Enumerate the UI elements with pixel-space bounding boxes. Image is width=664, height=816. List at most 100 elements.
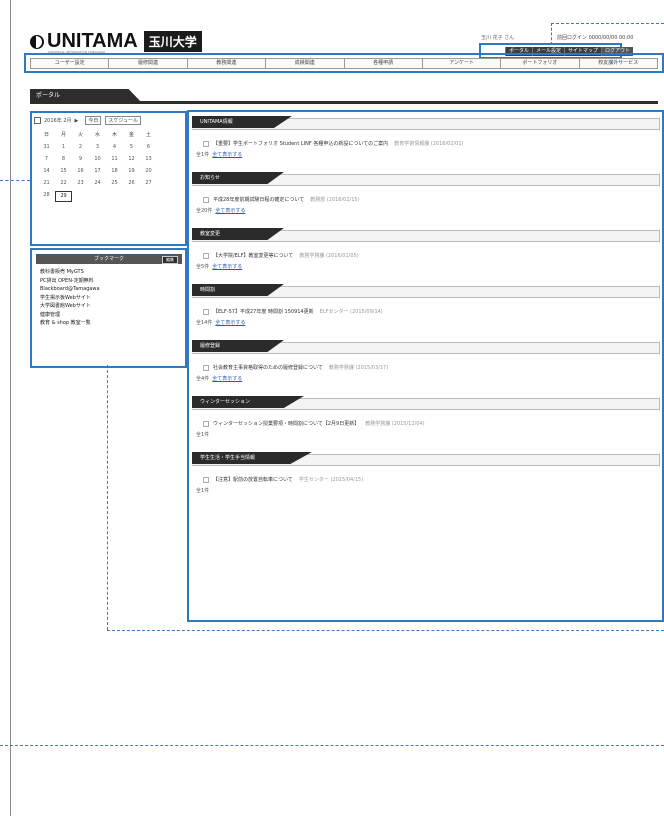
calendar-month: 2016年 2月: [44, 118, 72, 124]
logo-kanji: 玉川大学: [143, 31, 202, 52]
calendar-day[interactable]: 20: [140, 167, 157, 176]
section-item[interactable]: 【注意】駅前の放置自転車について 学生センター (2015/04/15): [203, 476, 660, 483]
section-count: 全20件 全て表示する: [196, 207, 660, 214]
item-count: 全14件: [196, 320, 213, 326]
user-greeting: 玉川 花子 さん: [481, 35, 515, 41]
calendar-day[interactable]: 31: [38, 143, 55, 152]
calendar-day[interactable]: 4: [106, 143, 123, 152]
item-meta: 教育学術情報課 (2016/02/01): [394, 141, 464, 147]
nav-registration[interactable]: 履修関連: [109, 58, 188, 69]
calendar-day[interactable]: 12: [123, 155, 140, 164]
calendar-schedule-button[interactable]: スケジュール: [105, 116, 142, 125]
section-item[interactable]: 平成28年度前期試験日程の確定について 教務部 (2016/02/15): [203, 196, 660, 203]
section-item[interactable]: ウィンターセッション授業要項・時間割について【2月9日更新】 教務学務課 (201…: [203, 420, 660, 427]
calendar-day[interactable]: 23: [72, 179, 89, 188]
calendar-day[interactable]: 16: [72, 167, 89, 176]
bookmark-link[interactable]: Blackboard@Tamagawa: [40, 285, 100, 294]
item-checkbox-icon: [203, 420, 209, 427]
calendar-dow: 月: [60, 132, 66, 138]
calendar-day[interactable]: 14: [38, 167, 55, 176]
item-count: 全1件: [196, 488, 210, 494]
news-section: 教室変更【大学院/ELF】教室変更等について 教務学務課 (2016/01/05)…: [192, 228, 660, 270]
calendar-day: [72, 191, 89, 200]
bookmark-link[interactable]: 教育 & shop 教室一覧: [40, 319, 100, 328]
portal-tab-line: [30, 101, 658, 104]
calendar-day[interactable]: 11: [106, 155, 123, 164]
calendar-day[interactable]: 26: [123, 179, 140, 188]
nav-applications[interactable]: 各種申請: [344, 58, 423, 69]
news-section: 学生生活・学生手当情報 【注意】駅前の放置自転車について 学生センター (2015/…: [192, 452, 660, 494]
news-section: お知らせ 平成28年度前期試験日程の確定について 教務部 (2016/02/15) 全…: [192, 172, 660, 214]
calendar-day[interactable]: 19: [123, 167, 140, 176]
calendar-day[interactable]: 1: [55, 143, 72, 152]
item-title[interactable]: 【大学院/ELF】教室変更等について: [213, 253, 293, 259]
calendar-dow: 日: [43, 132, 49, 138]
calendar-day[interactable]: 6: [140, 143, 157, 152]
calendar-day[interactable]: 13: [140, 155, 157, 164]
section-item[interactable]: 社会教育主事資格取得のための履修登録について 教務学務課 (2015/03/17): [203, 364, 660, 371]
guide-line-login-v: [551, 23, 552, 45]
news-section: ウィンターセッションウィンターセッション授業要項・時間割について【2月9日更新】…: [192, 396, 660, 438]
nav-academic[interactable]: 教務関連: [187, 58, 267, 69]
calendar-day[interactable]: 21: [38, 179, 55, 188]
bookmark-list: 教科書販売 MyGTS PC貸出 OPEN-定期無料 Blackboard@Tama…: [40, 268, 100, 328]
calendar-next-icon[interactable]: ▶: [75, 118, 79, 124]
nav-portfolio[interactable]: ポートフォリオ: [501, 58, 580, 69]
section-header: 教室変更: [192, 228, 660, 242]
calendar-dow: 木: [111, 132, 117, 138]
bookmark-link[interactable]: PC貸出 OPEN-定期無料: [40, 277, 100, 286]
calendar-day: [140, 191, 157, 200]
item-title[interactable]: 平成28年度前期試験日程の確定について: [213, 197, 304, 203]
nav-user-settings[interactable]: ユーザー設定: [30, 58, 110, 69]
calendar-day[interactable]: 5: [123, 143, 140, 152]
bookmark-edit-button[interactable]: 編集: [162, 256, 178, 264]
calendar-day[interactable]: 9: [72, 155, 89, 164]
calendar-day[interactable]: 25: [106, 179, 123, 188]
section-item[interactable]: 【重要】学生ポートフォリオ Student LINF 各種申込の新設についてのご…: [203, 140, 660, 147]
nav-survey[interactable]: アンケート: [422, 58, 502, 69]
bookmark-link[interactable]: 健康管理: [40, 311, 100, 320]
item-title[interactable]: 【ELF-57】平成27年度 時間割 150914更新: [213, 309, 314, 315]
calendar-day[interactable]: 10: [89, 155, 106, 164]
show-all-link[interactable]: 全て表示する: [215, 320, 245, 326]
calendar-day[interactable]: 18: [106, 167, 123, 176]
nav-grades[interactable]: 成績関連: [266, 58, 345, 69]
section-count: 全5件 全て表示する: [196, 263, 660, 270]
show-all-link[interactable]: 全て表示する: [212, 376, 242, 382]
item-checkbox-icon: [203, 140, 209, 147]
item-title[interactable]: 【重要】学生ポートフォリオ Student LINF 各種申込の新設についてのご…: [213, 141, 388, 147]
item-checkbox-icon: [203, 308, 209, 315]
calendar-day[interactable]: 15: [55, 167, 72, 176]
logo-mark-icon: [30, 34, 44, 49]
item-title[interactable]: ウィンターセッション授業要項・時間割について【2月9日更新】: [213, 421, 359, 427]
main-nav: ユーザー設定 履修関連 教務関連 成績関連 各種申請 アンケート ポートフォリオ…: [30, 58, 658, 69]
calendar-day[interactable]: 27: [140, 179, 157, 188]
nav-services[interactable]: 校友課外サービス: [579, 58, 658, 69]
calendar-today-button[interactable]: 今日: [85, 116, 102, 125]
calendar-day[interactable]: 8: [55, 155, 72, 164]
bookmark-link[interactable]: 学生掲示板Webサイト: [40, 294, 100, 303]
calendar-day[interactable]: 3: [89, 143, 106, 152]
calendar-day[interactable]: 29: [55, 191, 72, 202]
section-item[interactable]: 【大学院/ELF】教室変更等について 教務学務課 (2016/01/05): [203, 252, 660, 259]
calendar-day[interactable]: 7: [38, 155, 55, 164]
show-all-link[interactable]: 全て表示する: [215, 208, 245, 214]
section-header: UNITAMA情報: [192, 116, 660, 130]
item-title[interactable]: 社会教育主事資格取得のための履修登録について: [213, 365, 323, 371]
calendar-day[interactable]: 22: [55, 179, 72, 188]
show-all-link[interactable]: 全て表示する: [212, 264, 242, 270]
bookmark-link[interactable]: 大学図書館Webサイト: [40, 302, 100, 311]
item-meta: 教務学務課 (2016/01/05): [299, 253, 359, 259]
item-title[interactable]: 【注意】駅前の放置自転車について: [213, 477, 293, 483]
calendar-day[interactable]: 24: [89, 179, 106, 188]
section-header: ウィンターセッション: [192, 396, 660, 410]
bookmark-link[interactable]: 教科書販売 MyGTS: [40, 268, 100, 277]
show-all-link[interactable]: 全て表示する: [212, 152, 242, 158]
item-checkbox-icon: [203, 252, 209, 259]
calendar-day[interactable]: 17: [89, 167, 106, 176]
item-checkbox-icon: [203, 476, 209, 483]
section-item[interactable]: 【ELF-57】平成27年度 時間割 150914更新 ELFセンター (2015…: [203, 308, 660, 315]
calendar-day[interactable]: 2: [72, 143, 89, 152]
page-edge-line: [10, 0, 11, 816]
calendar-day[interactable]: 28: [38, 191, 55, 200]
